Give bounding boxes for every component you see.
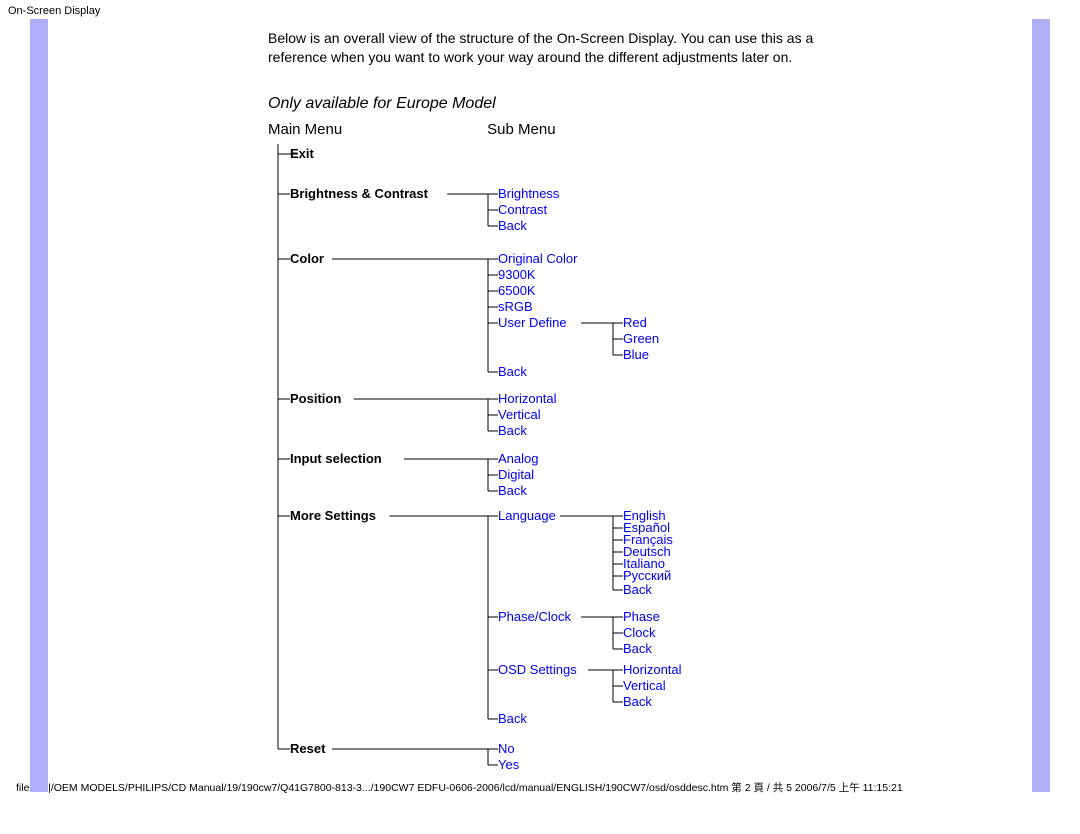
sub-item-more-settings-back: Back [498, 711, 527, 726]
sub-item-input-selection-analog: Analog [498, 451, 538, 466]
content-area: Below is an overall view of the structur… [268, 19, 862, 774]
main-item-position: Position [290, 391, 341, 406]
column-headers: Main Menu Sub Menu [268, 121, 862, 138]
sub-item-reset-yes: Yes [498, 757, 519, 772]
sub-item-color-6500k: 6500K [498, 283, 536, 298]
sub-item-more-settings-phase-clock: Phase/Clock [498, 609, 571, 624]
intro-paragraph: Below is an overall view of the structur… [268, 29, 862, 67]
sub-item-position-vertical: Vertical [498, 407, 541, 422]
opt-osd-settings-horizontal: Horizontal [623, 662, 682, 677]
sub-item-color-original-color: Original Color [498, 251, 577, 266]
sub-item-color-srgb: sRGB [498, 299, 533, 314]
opt-phase-clock-phase: Phase [623, 609, 660, 624]
right-margin-stripe [1032, 19, 1050, 792]
sub-item-color-9300k: 9300K [498, 267, 536, 282]
main-item-brightness-contrast: Brightness & Contrast [290, 186, 428, 201]
page-body: Below is an overall view of the structur… [0, 19, 1080, 774]
main-item-reset: Reset [290, 741, 325, 756]
main-item-more-settings: More Settings [290, 508, 376, 523]
sub-item-input-selection-digital: Digital [498, 467, 534, 482]
left-margin-stripe [30, 19, 48, 792]
sub-item-brightness-contrast-contrast: Contrast [498, 202, 547, 217]
main-item-color: Color [290, 251, 324, 266]
opt-user-define-blue: Blue [623, 347, 649, 362]
opt-osd-settings-back: Back [623, 694, 652, 709]
sub-item-position-back: Back [498, 423, 527, 438]
opt-language-back: Back [623, 582, 652, 597]
opt-language-: Русский [623, 568, 671, 583]
main-item-exit: Exit [290, 146, 314, 161]
sub-item-input-selection-back: Back [498, 483, 527, 498]
main-menu-header: Main Menu [268, 121, 483, 138]
opt-phase-clock-clock: Clock [623, 625, 656, 640]
sub-item-brightness-contrast-brightness: Brightness [498, 186, 559, 201]
sub-menu-header: Sub Menu [487, 121, 555, 138]
main-item-input-selection: Input selection [290, 451, 382, 466]
opt-user-define-red: Red [623, 315, 647, 330]
sub-item-color-user-define: User Define [498, 315, 567, 330]
opt-phase-clock-back: Back [623, 641, 652, 656]
opt-user-define-green: Green [623, 331, 659, 346]
opt-osd-settings-vertical: Vertical [623, 678, 666, 693]
sub-item-position-horizontal: Horizontal [498, 391, 557, 406]
europe-model-note: Only available for Europe Model [268, 95, 862, 113]
page-header: On-Screen Display [0, 0, 1080, 19]
sub-item-color-back: Back [498, 364, 527, 379]
osd-menu-tree: Exit Brightness & Contrast BrightnessContr… [268, 144, 862, 774]
sub-item-more-settings-osd-settings: OSD Settings [498, 662, 577, 677]
sub-item-brightness-contrast-back: Back [498, 218, 527, 233]
sub-item-reset-no: No [498, 741, 515, 756]
sub-item-more-settings-language: Language [498, 508, 556, 523]
